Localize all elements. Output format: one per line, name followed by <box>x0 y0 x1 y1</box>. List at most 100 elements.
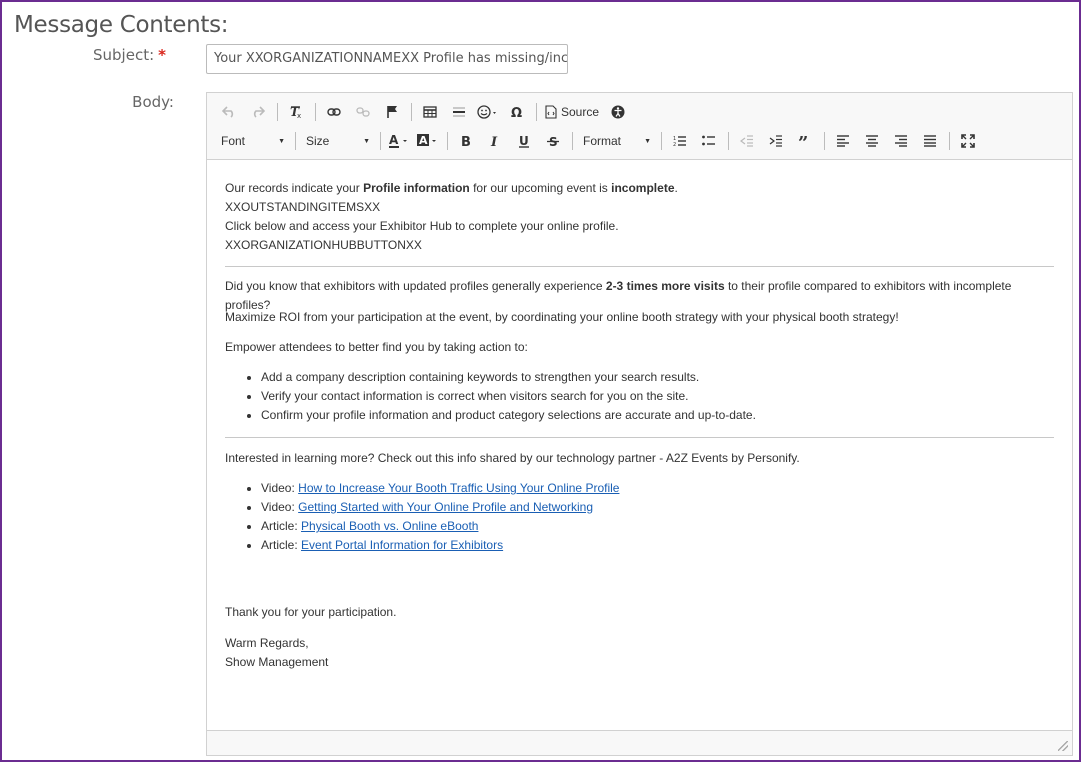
underline-icon[interactable]: U <box>510 129 538 153</box>
italic-icon[interactable]: I <box>481 129 509 153</box>
font-select[interactable]: Font ▼ <box>215 129 291 153</box>
increase-indent-icon[interactable] <box>762 129 790 153</box>
list-item: Verify your contact information is corre… <box>261 387 1081 406</box>
toolbar-row-1: Tx Ω Source <box>215 99 633 125</box>
did-you-know-bold: 2-3 times more visits <box>605 279 725 293</box>
svg-text:2: 2 <box>673 142 676 147</box>
link-icon[interactable] <box>320 100 348 124</box>
editor-toolbar: Tx Ω Source Font ▼ Size ▼ A A B I U S Fo… <box>207 93 1072 160</box>
list-item: Video: Getting Started with Your Online … <box>261 498 1081 517</box>
editor-content[interactable]: Our records indicate your Profile inform… <box>207 160 1072 730</box>
align-center-icon[interactable] <box>858 129 886 153</box>
divider <box>225 266 1054 267</box>
outstanding-placeholder: XXOUTSTANDINGITEMSXX <box>225 200 381 214</box>
section-title: Message Contents: <box>14 12 229 38</box>
toolbar-separator <box>661 132 662 150</box>
chevron-down-icon: ▼ <box>278 137 285 145</box>
resource-link[interactable]: How to Increase Your Booth Traffic Using… <box>298 481 619 495</box>
intro-text-3: . <box>674 181 678 195</box>
toolbar-row-2: Font ▼ Size ▼ A A B I U S Format ▼ 1 2 ” <box>215 128 983 154</box>
svg-text:B: B <box>461 135 471 148</box>
anchor-flag-icon[interactable] <box>378 100 406 124</box>
subject-label-text: Subject: <box>93 46 155 64</box>
did-you-know-text-1: Did you know that exhibitors with update… <box>225 279 606 293</box>
action-list: Add a company description containing key… <box>225 368 1081 425</box>
svg-text:x: x <box>297 112 301 119</box>
align-left-icon[interactable] <box>829 129 857 153</box>
resize-handle-icon[interactable] <box>1058 741 1068 751</box>
resource-prefix: Article: <box>261 538 302 552</box>
redo-icon[interactable] <box>244 100 272 124</box>
list-item: Add a company description containing key… <box>261 368 1081 387</box>
divider <box>225 437 1054 438</box>
learn-more-paragraph: Interested in learning more? Check out t… <box>225 451 800 465</box>
svg-text:Ω: Ω <box>511 106 522 119</box>
justify-icon[interactable] <box>916 129 944 153</box>
subject-label: Subject: * <box>6 46 166 64</box>
toolbar-separator <box>295 132 296 150</box>
intro-bold-1: Profile information <box>363 181 470 195</box>
numbered-list-icon[interactable]: 12 <box>666 129 694 153</box>
resource-link[interactable]: Getting Started with Your Online Profile… <box>298 500 593 514</box>
resource-prefix: Video: <box>261 500 299 514</box>
blockquote-icon[interactable]: ” <box>791 129 819 153</box>
resource-list: Video: How to Increase Your Booth Traffi… <box>225 479 1081 555</box>
subject-input[interactable]: Your XXORGANIZATIONNAMEXX Profile has mi… <box>206 44 568 74</box>
intro-text-1: Our records indicate your <box>225 181 364 195</box>
strikethrough-icon[interactable]: S <box>539 129 567 153</box>
body-label: Body: <box>132 93 174 111</box>
horizontal-rule-icon[interactable] <box>445 100 473 124</box>
font-select-label: Font <box>221 134 246 148</box>
signature-text: Show Management <box>225 655 329 669</box>
regards-text: Warm Regards, <box>225 636 309 650</box>
toolbar-separator <box>728 132 729 150</box>
maximize-icon[interactable] <box>954 129 982 153</box>
toolbar-separator <box>949 132 950 150</box>
format-select-label: Format <box>583 134 622 148</box>
resource-link[interactable]: Event Portal Information for Exhibitors <box>301 538 503 552</box>
source-icon <box>545 105 557 119</box>
toolbar-separator <box>411 103 412 121</box>
decrease-indent-icon[interactable] <box>733 129 761 153</box>
toolbar-separator <box>572 132 573 150</box>
click-below-text: Click below and access your Exhibitor Hu… <box>225 219 619 233</box>
rich-text-editor: Tx Ω Source Font ▼ Size ▼ A A B I U S Fo… <box>206 92 1073 756</box>
list-item: Article: Event Portal Information for Ex… <box>261 536 1081 555</box>
remove-format-icon[interactable]: Tx <box>282 100 310 124</box>
message-contents-panel: Message Contents: Subject: * Your XXORGAN… <box>0 0 1081 762</box>
list-item: Article: Physical Booth vs. Online eBoot… <box>261 517 1081 536</box>
hub-button-placeholder: XXORGANIZATIONHUBBUTTONXX <box>225 238 422 252</box>
intro-text-2: for our upcoming event is <box>469 181 612 195</box>
resource-prefix: Video: <box>261 481 299 495</box>
accessibility-icon[interactable] <box>604 100 632 124</box>
source-button[interactable]: Source <box>541 100 603 124</box>
resource-prefix: Article: <box>261 519 302 533</box>
unlink-icon[interactable] <box>349 100 377 124</box>
background-color-icon[interactable]: A <box>414 129 442 153</box>
svg-text:I: I <box>490 135 498 148</box>
maximize-paragraph: Maximize ROI from your participation at … <box>225 310 899 324</box>
bold-icon[interactable]: B <box>452 129 480 153</box>
emoji-icon[interactable] <box>474 100 502 124</box>
thanks-paragraph: Thank you for your participation. <box>225 605 397 619</box>
toolbar-separator <box>315 103 316 121</box>
chevron-down-icon: ▼ <box>363 137 370 145</box>
empower-paragraph: Empower attendees to better find you by … <box>225 340 528 354</box>
bulleted-list-icon[interactable] <box>695 129 723 153</box>
svg-text:A: A <box>419 134 428 147</box>
table-icon[interactable] <box>416 100 444 124</box>
undo-icon[interactable] <box>215 100 243 124</box>
source-label: Source <box>561 105 600 119</box>
special-character-icon[interactable]: Ω <box>503 100 531 124</box>
text-color-icon[interactable]: A <box>385 129 413 153</box>
intro-bold-2: incomplete <box>611 181 675 195</box>
resource-link[interactable]: Physical Booth vs. Online eBooth <box>301 519 478 533</box>
intro-block: Our records indicate your Profile inform… <box>225 179 1060 255</box>
svg-text:A: A <box>389 133 399 147</box>
format-select[interactable]: Format ▼ <box>577 129 657 153</box>
required-marker: * <box>158 46 166 64</box>
toolbar-separator <box>447 132 448 150</box>
toolbar-separator <box>824 132 825 150</box>
align-right-icon[interactable] <box>887 129 915 153</box>
size-select[interactable]: Size ▼ <box>300 129 376 153</box>
